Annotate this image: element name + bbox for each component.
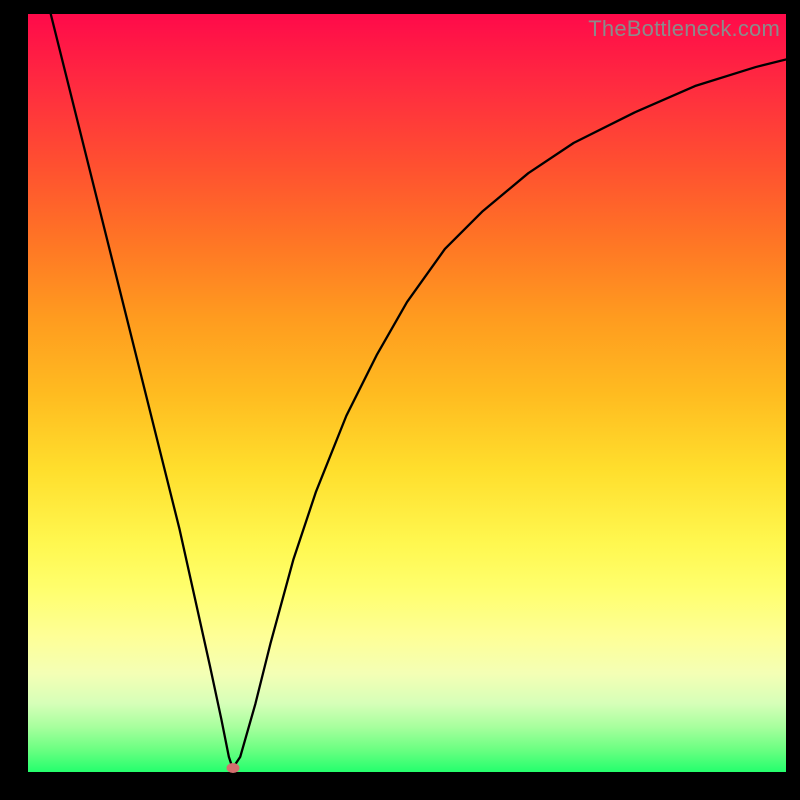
minimum-marker bbox=[226, 763, 239, 773]
curve-svg bbox=[28, 14, 786, 772]
chart-frame: TheBottleneck.com bbox=[0, 0, 800, 800]
plot-area: TheBottleneck.com bbox=[28, 14, 786, 772]
curve-path bbox=[51, 14, 786, 768]
